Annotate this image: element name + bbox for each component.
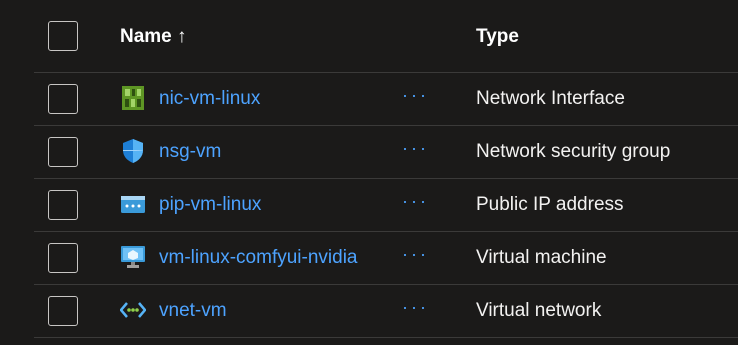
- select-all-checkbox[interactable]: [48, 21, 78, 51]
- table-row[interactable]: vm-linux-comfyui-nvidia ··· Virtual mach…: [34, 232, 738, 285]
- virtual-network-icon: [120, 302, 146, 318]
- resource-type: Network Interface: [476, 88, 625, 109]
- more-actions-button[interactable]: ···: [402, 138, 429, 159]
- resource-name-link[interactable]: nic-vm-linux: [159, 88, 260, 110]
- table-row[interactable]: nsg-vm ··· Network security group: [34, 126, 738, 179]
- resource-type: Virtual machine: [476, 247, 607, 268]
- row-checkbox[interactable]: [48, 84, 78, 114]
- resource-type: Virtual network: [476, 300, 602, 321]
- resource-name-link[interactable]: vm-linux-comfyui-nvidia: [159, 247, 358, 269]
- more-actions-button[interactable]: ···: [402, 85, 429, 106]
- row-checkbox[interactable]: [48, 243, 78, 273]
- row-checkbox[interactable]: [48, 137, 78, 167]
- resource-type: Public IP address: [476, 194, 624, 215]
- row-checkbox[interactable]: [48, 296, 78, 326]
- column-header-type[interactable]: Type: [476, 26, 519, 48]
- more-actions-button[interactable]: ···: [402, 191, 429, 212]
- table-row[interactable]: vnet-vm ··· Virtual network: [34, 285, 738, 338]
- public-ip-icon: [121, 196, 145, 213]
- table-row[interactable]: pip-vm-linux ··· Public IP address: [34, 179, 738, 232]
- more-actions-button[interactable]: ···: [402, 297, 429, 318]
- resource-name-link[interactable]: pip-vm-linux: [159, 194, 261, 216]
- resource-name-link[interactable]: nsg-vm: [159, 141, 221, 163]
- table-row[interactable]: nic-vm-linux ··· Network Interface: [34, 73, 738, 126]
- row-checkbox[interactable]: [48, 190, 78, 220]
- grid-header: Name ↑ Type: [34, 0, 738, 73]
- shield-icon: [123, 139, 143, 163]
- resource-type: Network security group: [476, 141, 671, 162]
- virtual-machine-icon: [121, 246, 145, 268]
- resource-name-link[interactable]: vnet-vm: [159, 300, 227, 322]
- more-actions-button[interactable]: ···: [402, 244, 429, 265]
- column-header-name[interactable]: Name ↑: [120, 26, 187, 48]
- network-interface-icon: [122, 86, 144, 110]
